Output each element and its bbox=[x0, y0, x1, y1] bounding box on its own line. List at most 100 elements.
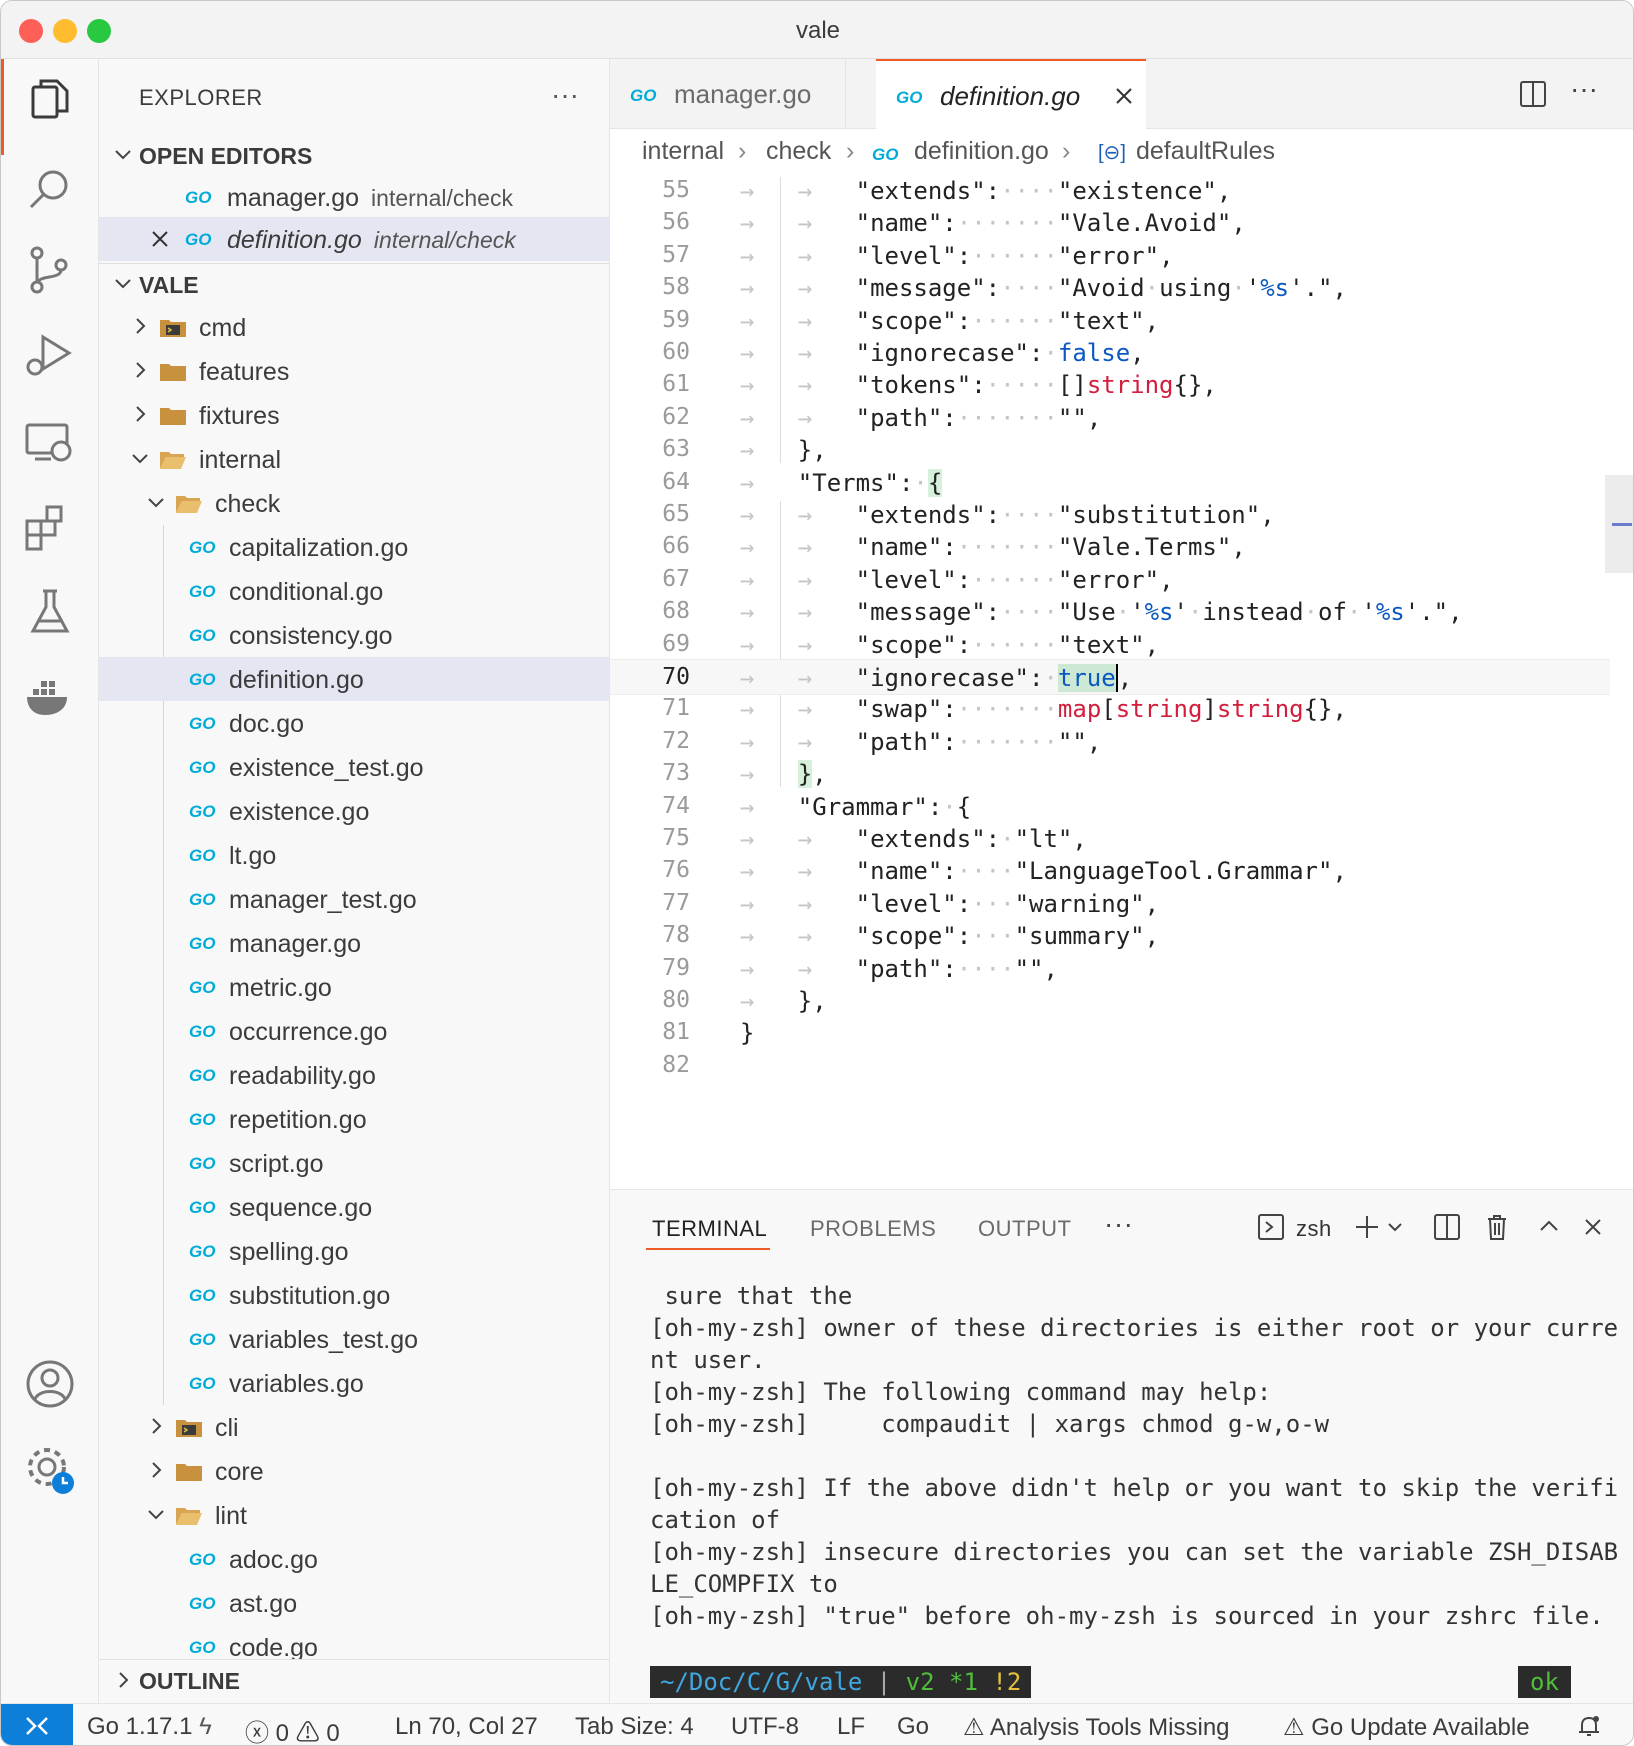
tab-terminal[interactable]: TERMINAL bbox=[652, 1216, 767, 1242]
folder-item[interactable]: fixtures bbox=[99, 393, 609, 437]
file-item[interactable]: GO ast.go bbox=[99, 1581, 609, 1625]
file-item[interactable]: GO manager_test.go bbox=[99, 877, 609, 921]
chevron-right-icon[interactable] bbox=[127, 357, 153, 383]
open-editor-item[interactable]: GO manager.go internal/check bbox=[99, 175, 609, 219]
add-icon[interactable] bbox=[1352, 1212, 1382, 1242]
open-editors-header[interactable]: OPEN EDITORS bbox=[99, 135, 609, 175]
file-item[interactable]: GO script.go bbox=[99, 1141, 609, 1185]
editor-more-button[interactable]: ··· bbox=[1570, 73, 1598, 105]
go-update-warning[interactable]: ⚠ Go Update Available bbox=[1283, 1713, 1530, 1742]
code-line[interactable]: 78 → → "scope":···"summary", bbox=[610, 918, 1610, 954]
file-item[interactable]: GO definition.go bbox=[99, 657, 609, 701]
file-item[interactable]: GO variables_test.go bbox=[99, 1317, 609, 1361]
code-line[interactable]: 64 → "Terms":·{ bbox=[610, 465, 1610, 501]
code-line[interactable]: 70 → → "ignorecase":·true, bbox=[610, 659, 1610, 695]
code-line[interactable]: 75 → → "extends":·"lt", bbox=[610, 821, 1610, 857]
tab-manager-go[interactable]: GO manager.go bbox=[610, 59, 846, 129]
file-item[interactable]: GO repetition.go bbox=[99, 1097, 609, 1141]
problems-counter[interactable]: ⓧ 0 ⚠ 0 bbox=[245, 1713, 340, 1745]
run-debug-icon[interactable] bbox=[21, 327, 79, 385]
tab-size[interactable]: Tab Size: 4 bbox=[575, 1713, 694, 1741]
testing-icon[interactable] bbox=[21, 583, 79, 641]
terminal-output[interactable]: sure that the [oh-my-zsh] owner of these … bbox=[650, 1280, 1618, 1632]
code-line[interactable]: 56 → → "name":·······"Vale.Avoid", bbox=[610, 205, 1610, 241]
go-version[interactable]: Go 1.17.1 ϟ bbox=[87, 1713, 212, 1741]
folder-item[interactable]: features bbox=[99, 349, 609, 393]
terminal-shell-name[interactable]: zsh bbox=[1296, 1216, 1332, 1242]
file-item[interactable]: GO adoc.go bbox=[99, 1537, 609, 1581]
trash-icon[interactable] bbox=[1482, 1212, 1512, 1242]
docker-icon[interactable] bbox=[21, 667, 79, 725]
code-line[interactable]: 76 → → "name":····"LanguageTool.Grammar", bbox=[610, 853, 1610, 889]
line-ending[interactable]: LF bbox=[837, 1713, 865, 1741]
code-line[interactable]: 80 → }, bbox=[610, 983, 1610, 1019]
chevron-down-icon[interactable] bbox=[143, 1501, 169, 1527]
code-line[interactable]: 61 → → "tokens":·····[]string{}, bbox=[610, 367, 1610, 403]
folder-item[interactable]: check bbox=[99, 481, 609, 525]
cursor-position[interactable]: Ln 70, Col 27 bbox=[395, 1713, 538, 1741]
file-item[interactable]: GO doc.go bbox=[99, 701, 609, 745]
split-terminal-icon[interactable] bbox=[1432, 1212, 1462, 1242]
code-line[interactable]: 72 → → "path":·······"", bbox=[610, 724, 1610, 760]
file-item[interactable]: GO existence_test.go bbox=[99, 745, 609, 789]
code-line[interactable]: 62 → → "path":·······"", bbox=[610, 400, 1610, 436]
code-line[interactable]: 69 → → "scope":······"text", bbox=[610, 627, 1610, 663]
breadcrumb-item[interactable]: definition.go bbox=[914, 137, 1049, 166]
file-item[interactable]: GO substitution.go bbox=[99, 1273, 609, 1317]
extensions-icon[interactable] bbox=[21, 499, 79, 557]
settings-gear-icon[interactable] bbox=[21, 1441, 79, 1499]
account-icon[interactable] bbox=[21, 1355, 79, 1413]
code-line[interactable]: 66 → → "name":·······"Vale.Terms", bbox=[610, 529, 1610, 565]
code-line[interactable]: 81} bbox=[610, 1015, 1610, 1051]
encoding[interactable]: UTF-8 bbox=[731, 1713, 799, 1741]
vale-folder-header[interactable]: VALE bbox=[99, 263, 609, 303]
file-item[interactable]: GO conditional.go bbox=[99, 569, 609, 613]
file-item[interactable]: GO variables.go bbox=[99, 1361, 609, 1405]
outline-header[interactable]: OUTLINE bbox=[99, 1659, 609, 1703]
file-item[interactable]: GO consistency.go bbox=[99, 613, 609, 657]
chevron-right-icon[interactable] bbox=[143, 1457, 169, 1483]
panel-more-button[interactable]: ··· bbox=[1104, 1208, 1133, 1240]
code-line[interactable]: 77 → → "level":···"warning", bbox=[610, 886, 1610, 922]
code-line[interactable]: 82 bbox=[610, 1048, 1610, 1084]
chevron-down-icon[interactable] bbox=[1384, 1212, 1406, 1242]
remote-explorer-icon[interactable] bbox=[21, 415, 79, 473]
file-item[interactable]: GO sequence.go bbox=[99, 1185, 609, 1229]
search-icon[interactable] bbox=[21, 161, 79, 219]
close-icon[interactable] bbox=[1111, 83, 1137, 109]
folder-item[interactable]: cmd bbox=[99, 305, 609, 349]
code-editor[interactable]: 55 → → "extends":····"existence", 56 → → "n… bbox=[610, 173, 1633, 1271]
folder-item[interactable]: core bbox=[99, 1449, 609, 1493]
code-line[interactable]: 58 → → "message":····"Avoid·using·'%s'.", bbox=[610, 270, 1610, 306]
notifications-bell-icon[interactable] bbox=[1575, 1712, 1603, 1740]
code-line[interactable]: 67 → → "level":······"error", bbox=[610, 562, 1610, 598]
remote-indicator[interactable] bbox=[1, 1704, 73, 1745]
breadcrumb-item[interactable]: internal bbox=[642, 137, 724, 166]
code-line[interactable]: 57 → → "level":······"error", bbox=[610, 238, 1610, 274]
file-item[interactable]: GO spelling.go bbox=[99, 1229, 609, 1273]
file-item[interactable]: GO existence.go bbox=[99, 789, 609, 833]
file-item[interactable]: GO readability.go bbox=[99, 1053, 609, 1097]
explorer-more-button[interactable]: ··· bbox=[551, 79, 579, 111]
tab-output[interactable]: OUTPUT bbox=[978, 1216, 1071, 1242]
chevron-right-icon[interactable] bbox=[127, 313, 153, 339]
close-icon[interactable] bbox=[147, 226, 173, 252]
tab-problems[interactable]: PROBLEMS bbox=[810, 1216, 936, 1242]
code-line[interactable]: 71 → → "swap":·······map[string]string{}, bbox=[610, 691, 1610, 727]
explorer-icon[interactable] bbox=[21, 73, 79, 131]
breadcrumb-item[interactable]: check bbox=[766, 137, 831, 166]
language-mode[interactable]: Go bbox=[897, 1713, 929, 1741]
split-editor-icon[interactable] bbox=[1518, 79, 1548, 109]
code-line[interactable]: 79 → → "path":····"", bbox=[610, 951, 1610, 987]
code-line[interactable]: 63 → }, bbox=[610, 432, 1610, 468]
file-item[interactable]: GO lt.go bbox=[99, 833, 609, 877]
file-item[interactable]: GO occurrence.go bbox=[99, 1009, 609, 1053]
file-item[interactable]: GO capitalization.go bbox=[99, 525, 609, 569]
code-line[interactable]: 65 → → "extends":····"substitution", bbox=[610, 497, 1610, 533]
breadcrumb-item[interactable]: defaultRules bbox=[1136, 137, 1275, 166]
code-line[interactable]: 55 → → "extends":····"existence", bbox=[610, 173, 1610, 209]
source-control-icon[interactable] bbox=[21, 241, 79, 299]
chevron-right-icon[interactable] bbox=[143, 1413, 169, 1439]
code-line[interactable]: 60 → → "ignorecase":·false, bbox=[610, 335, 1610, 371]
file-item[interactable]: GO manager.go bbox=[99, 921, 609, 965]
